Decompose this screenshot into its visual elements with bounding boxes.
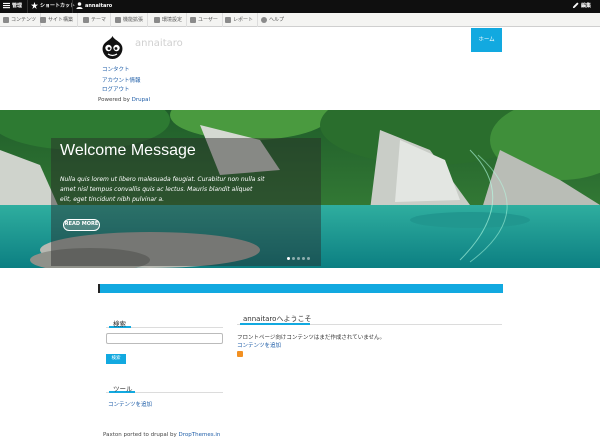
manage-button[interactable]: 管理 xyxy=(3,0,22,13)
user-icon xyxy=(76,2,83,9)
rss-feed-icon[interactable] xyxy=(237,351,243,357)
tools-block-title: ツール xyxy=(113,385,133,393)
admin-menu-label: コンテンツ xyxy=(11,17,37,23)
content-top-bar xyxy=(98,284,503,293)
slider-dot[interactable] xyxy=(307,257,310,260)
admin-menu-config[interactable]: 環境設定 xyxy=(151,13,188,27)
contact-link[interactable]: コンタクト xyxy=(102,65,130,73)
admin-menu: コンテンツ サイト構築 テーマ 機能拡張 環境設定 ユーザー レポート ヘルプ xyxy=(0,13,600,27)
slider-dot[interactable] xyxy=(302,257,305,260)
search-input[interactable] xyxy=(106,333,223,344)
edit-label: 編集 xyxy=(581,3,592,9)
hero-slider: Welcome Message Nulla quis lorem ut libe… xyxy=(0,110,600,268)
pencil-icon xyxy=(572,2,579,9)
user-label: annaitaro xyxy=(85,3,113,9)
admin-menu-label: 環境設定 xyxy=(162,17,183,23)
read-more-button[interactable]: READ MORE xyxy=(63,219,100,231)
logout-link[interactable]: ログアウト xyxy=(102,85,130,93)
admin-menu-content[interactable]: コンテンツ xyxy=(0,13,42,27)
manage-label: 管理 xyxy=(12,3,23,9)
puzzle-icon xyxy=(115,16,121,23)
account-link[interactable]: アカウント情報 xyxy=(102,76,141,84)
page-title: annaitaroへようこそ xyxy=(243,315,312,323)
slide-text: Nulla quis lorem ut libero malesuada feu… xyxy=(60,176,265,203)
admin-toolbar: 管理 ショートカット annaitaro 編集 xyxy=(0,0,600,13)
paint-icon xyxy=(83,16,89,23)
home-tab[interactable]: ホーム xyxy=(471,28,502,52)
add-content-link-sidebar[interactable]: コンテンツを追加 xyxy=(108,400,152,408)
empty-front-message: フロントページ向けコンテンツはまだ作成されていません。 xyxy=(237,335,386,341)
dropthemes-link[interactable]: DropThemes.in xyxy=(179,432,221,438)
admin-menu-help[interactable]: ヘルプ xyxy=(258,13,288,27)
slider-dot[interactable] xyxy=(287,257,290,260)
search-button[interactable]: 検索 xyxy=(106,354,126,364)
admin-menu-label: テーマ xyxy=(91,17,107,23)
search-block-title: 検索 xyxy=(113,320,126,328)
edit-button[interactable]: 編集 xyxy=(572,0,591,13)
slide-title: Welcome Message xyxy=(60,142,196,159)
shortcuts-button[interactable]: ショートカット xyxy=(31,0,75,13)
site-logo-icon[interactable] xyxy=(100,35,125,60)
powered-prefix: Powered by xyxy=(98,97,132,103)
site-name[interactable]: annaitaro xyxy=(135,38,183,49)
user-button[interactable]: annaitaro xyxy=(76,0,112,13)
footer: Paxton ported to drupal by DropThemes.in xyxy=(103,432,220,438)
add-content-link[interactable]: コンテンツを追加 xyxy=(237,341,281,349)
chart-icon xyxy=(225,16,231,23)
admin-menu-structure[interactable]: サイト構築 xyxy=(37,13,79,27)
admin-menu-people[interactable]: ユーザー xyxy=(187,13,223,27)
file-icon xyxy=(3,16,9,23)
structure-icon xyxy=(40,16,46,23)
admin-menu-label: 機能拡張 xyxy=(123,17,144,23)
admin-menu-extend[interactable]: 機能拡張 xyxy=(112,13,149,27)
admin-menu-label: ユーザー xyxy=(198,17,218,23)
slider-dot[interactable] xyxy=(292,257,295,260)
admin-menu-label: レポート xyxy=(233,17,254,23)
drupal-link[interactable]: Drupal xyxy=(132,97,150,103)
slider-pager xyxy=(287,255,312,260)
slider-dot[interactable] xyxy=(297,257,300,260)
people-icon xyxy=(190,16,196,23)
menu-icon xyxy=(3,2,10,9)
admin-menu-reports[interactable]: レポート xyxy=(222,13,259,27)
star-icon xyxy=(31,2,38,9)
footer-text: Paxton ported to drupal by xyxy=(103,432,179,438)
help-icon xyxy=(261,16,267,23)
admin-menu-label: サイト構築 xyxy=(48,17,74,23)
wrench-icon xyxy=(154,16,160,23)
shortcuts-label: ショートカット xyxy=(40,3,76,9)
admin-menu-label: ヘルプ xyxy=(269,17,285,23)
powered-by: Powered by Drupal xyxy=(98,97,150,103)
admin-menu-theme[interactable]: テーマ xyxy=(80,13,112,27)
